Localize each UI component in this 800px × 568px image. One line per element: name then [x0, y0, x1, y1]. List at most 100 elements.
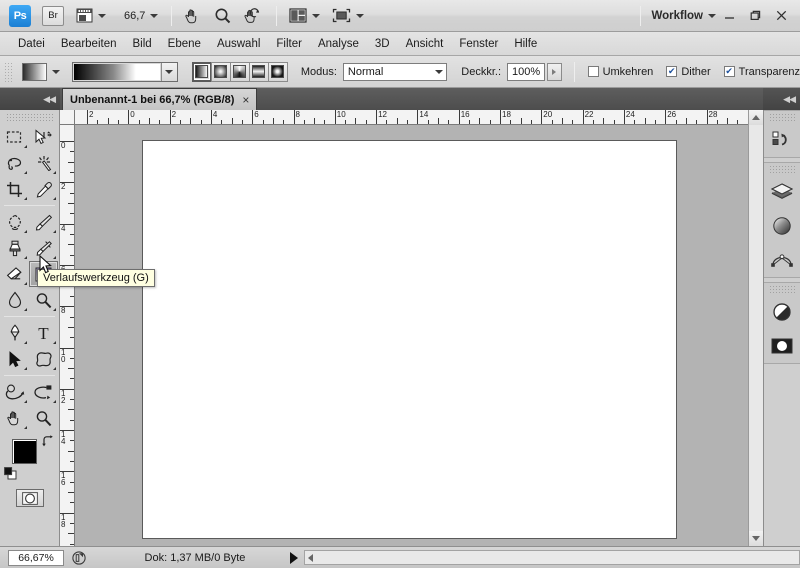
restore-button[interactable] — [742, 5, 768, 27]
swap-colors-icon[interactable] — [41, 435, 54, 451]
opacity-input[interactable]: 100% — [507, 62, 546, 81]
proxy-preview-icon[interactable] — [70, 550, 88, 566]
menu-item-ansicht[interactable]: Ansicht — [398, 36, 452, 52]
dither-checkbox[interactable]: ✔ Dither — [666, 66, 711, 78]
dock-group-grip[interactable] — [769, 285, 795, 293]
gradient-picker-dropdown[interactable] — [160, 62, 177, 81]
layers-panel-icon[interactable] — [764, 175, 800, 209]
diamond-gradient-button[interactable] — [267, 61, 288, 82]
rotate-view-tool-button[interactable] — [244, 0, 263, 32]
chevron-down-icon — [708, 13, 716, 18]
ruler-label: 2 — [61, 182, 66, 192]
minimize-button[interactable] — [716, 5, 742, 27]
ruler-origin-corner[interactable] — [60, 110, 75, 125]
angle-gradient-button[interactable] — [229, 61, 250, 82]
magic-wand-tool[interactable] — [29, 150, 58, 176]
chevron-down-icon — [98, 13, 106, 18]
gradient-picker[interactable] — [71, 61, 178, 82]
history-panel-icon[interactable] — [764, 123, 800, 157]
radial-gradient-button[interactable] — [210, 61, 231, 82]
clone-stamp-tool[interactable] — [0, 235, 29, 261]
quick-mask-mode-button[interactable] — [15, 489, 44, 507]
zoom-tool-button[interactable] — [214, 0, 232, 32]
canvas-background[interactable] — [75, 125, 748, 546]
menu-item-3d[interactable]: 3D — [367, 36, 398, 52]
eraser-tool[interactable] — [0, 261, 29, 287]
scroll-up-button[interactable] — [749, 110, 763, 125]
menu-item-bild[interactable]: Bild — [124, 36, 159, 52]
opacity-slider-button[interactable] — [547, 62, 562, 81]
dock-group-grip[interactable] — [769, 165, 795, 173]
menu-item-auswahl[interactable]: Auswahl — [209, 36, 268, 52]
3d-orbit-tool[interactable] — [29, 379, 58, 405]
status-expand-arrow[interactable] — [290, 551, 298, 564]
lasso-tool[interactable] — [0, 150, 29, 176]
pen-tool[interactable] — [0, 320, 29, 346]
custom-shape-tool[interactable] — [29, 346, 58, 372]
zoom-tool[interactable] — [29, 405, 58, 431]
dodge-tool[interactable] — [29, 287, 58, 313]
right-panel-collapse-button[interactable]: ◀◀ — [763, 88, 800, 110]
menu-item-fenster[interactable]: Fenster — [451, 36, 506, 52]
blend-mode-select[interactable]: Normal — [342, 62, 448, 81]
transparency-checkbox[interactable]: ✔ Transparenz — [723, 66, 800, 78]
hand-tool-button[interactable] — [184, 0, 202, 32]
ruler-minor-tick — [303, 120, 305, 124]
spot-healing-brush-tool[interactable] — [0, 209, 29, 235]
options-bar-grip[interactable] — [4, 61, 12, 82]
vertical-ruler[interactable]: 02468101214161820 — [60, 125, 75, 546]
menu-item-hilfe[interactable]: Hilfe — [506, 36, 545, 52]
reset-colors-icon[interactable] — [4, 467, 17, 480]
ruler-label: 28 — [708, 110, 718, 119]
arrange-documents-button[interactable] — [289, 0, 321, 32]
menu-item-datei[interactable]: Datei — [10, 36, 53, 52]
horizontal-ruler[interactable]: 2024681012141618202224262830 — [75, 110, 748, 125]
path-selection-tool[interactable] — [0, 346, 29, 372]
document-canvas[interactable] — [142, 140, 677, 539]
menu-item-analyse[interactable]: Analyse — [310, 36, 367, 52]
screen-mode-button[interactable] — [332, 0, 365, 32]
move-tool[interactable] — [29, 124, 58, 150]
close-button[interactable] — [768, 5, 794, 27]
close-icon[interactable]: × — [242, 93, 249, 107]
dock-group-grip[interactable] — [769, 113, 795, 121]
status-document-info[interactable]: Dok: 1,37 MB/0 Byte — [106, 552, 284, 564]
eyedropper-tool[interactable] — [29, 176, 58, 202]
horizontal-type-tool[interactable]: T — [29, 320, 58, 346]
linear-gradient-button[interactable] — [191, 61, 212, 82]
view-extras-button[interactable] — [76, 0, 106, 32]
channels-panel-icon[interactable] — [764, 209, 800, 243]
crop-tool[interactable] — [0, 176, 29, 202]
status-zoom-input[interactable]: 66,67% — [8, 549, 64, 566]
reverse-checkbox[interactable]: Umkehren — [587, 66, 653, 78]
rectangular-marquee-tool[interactable] — [0, 124, 29, 150]
adjustments-panel-icon[interactable] — [764, 295, 800, 329]
launch-bridge-button[interactable]: Br — [42, 5, 64, 26]
brush-tool[interactable] — [29, 209, 58, 235]
window-controls — [716, 5, 794, 27]
workflow-switcher[interactable]: Workflow — [641, 0, 716, 32]
hand-tool[interactable] — [0, 405, 29, 431]
chevron-down-icon[interactable] — [51, 69, 60, 74]
menu-item-filter[interactable]: Filter — [268, 36, 310, 52]
zoom-level-selector[interactable]: 66,7 — [106, 0, 159, 32]
menu-item-bearbeiten[interactable]: Bearbeiten — [53, 36, 125, 52]
document-tab[interactable]: Unbenannt-1 bei 66,7% (RGB/8) × — [62, 88, 258, 110]
left-panel-collapse-button[interactable]: ◀◀ — [0, 88, 60, 110]
status-horizontal-scrollbar[interactable] — [304, 550, 800, 565]
foreground-color-swatch[interactable] — [12, 439, 37, 464]
3d-rotate-tool[interactable] — [0, 379, 29, 405]
scroll-down-button[interactable] — [749, 531, 763, 546]
gradient-preview-swatch[interactable] — [72, 62, 161, 81]
masks-panel-icon[interactable] — [764, 329, 800, 363]
ruler-minor-tick — [68, 450, 74, 452]
reflected-gradient-button[interactable] — [248, 61, 269, 82]
menu-item-ebene[interactable]: Ebene — [160, 36, 209, 52]
tool-preset-picker[interactable] — [21, 62, 47, 81]
reflected-gradient-icon — [252, 65, 266, 78]
ruler-major-tick — [128, 110, 130, 124]
tools-panel-grip[interactable] — [6, 113, 53, 122]
blur-tool[interactable] — [0, 287, 29, 313]
canvas-vertical-scrollbar[interactable] — [748, 110, 763, 546]
paths-panel-icon[interactable] — [764, 243, 800, 277]
